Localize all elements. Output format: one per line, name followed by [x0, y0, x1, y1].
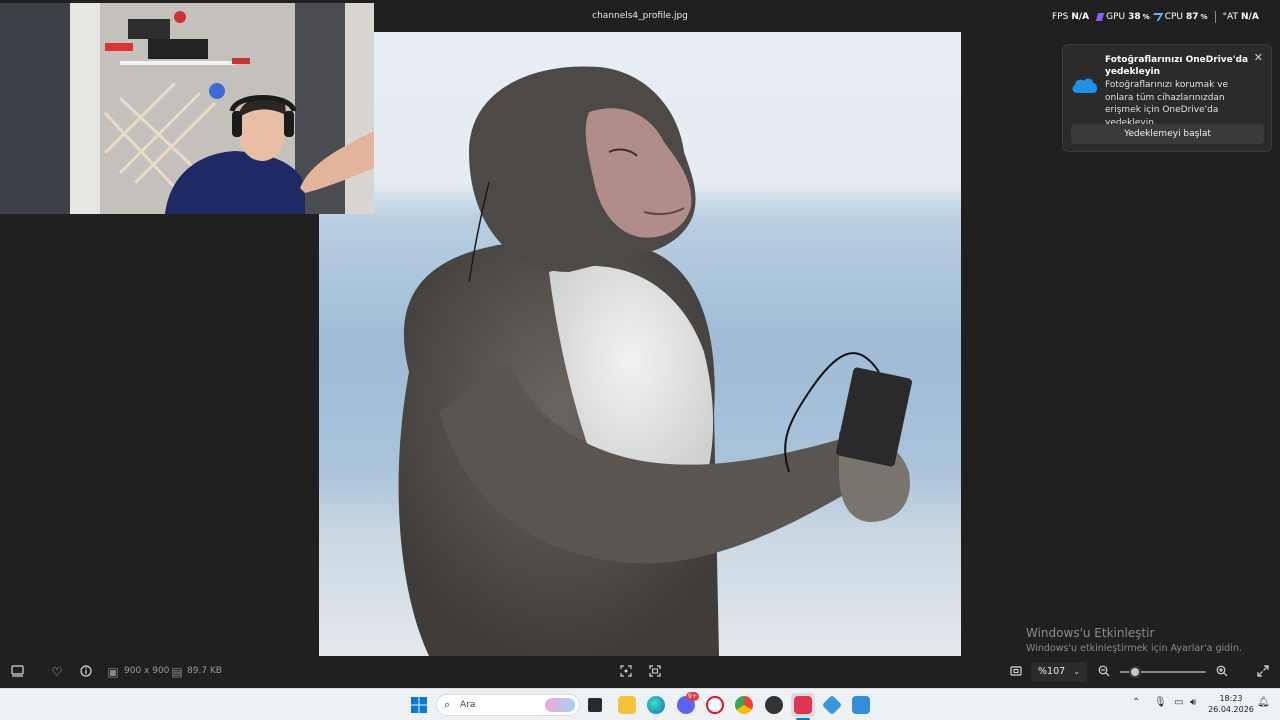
visual-search-icon[interactable] [648, 665, 662, 679]
notification-title: Fotoğraflarınızı OneDrive'da yedekleyin [1105, 55, 1249, 77]
webcam-feed [0, 3, 374, 214]
start-backup-button[interactable]: Yedeklemeyi başlat [1071, 124, 1264, 144]
file-size: 89.7 KB [187, 666, 222, 676]
fps-value: N/A [1071, 12, 1090, 22]
task-view-icon[interactable] [588, 698, 602, 712]
favorite-heart-icon[interactable]: ♡ [50, 665, 64, 679]
cpu-icon [1149, 13, 1163, 21]
chevron-up-icon[interactable]: ⌃ [1132, 697, 1140, 708]
filmstrip-icon[interactable] [10, 665, 24, 679]
file-size-icon: ▤ [171, 665, 183, 679]
discord-icon[interactable]: 9+ [677, 692, 699, 714]
taskbar-search-box[interactable]: ⌕ Ara [436, 694, 580, 716]
zoom-in-icon[interactable] [1215, 665, 1229, 679]
activation-watermark-subtitle: Windows'u etkinleştirmek için Ayarlar'a … [1026, 643, 1242, 654]
close-icon[interactable]: ✕ [1254, 51, 1263, 64]
start-windows-icon[interactable] [410, 696, 428, 714]
temp-label: °AT [1222, 12, 1238, 22]
photo-viewer-image[interactable] [319, 32, 961, 656]
clock-time: 18:23 [1219, 694, 1243, 703]
zoom-out-icon[interactable] [1097, 665, 1111, 679]
taskbar: ⌕ Ara 9+ ⌃ 🎙︎ ▭ 🔊︎ 18:23 26.04.2026 🔔︎ [0, 688, 1280, 720]
overlay-divider [1214, 11, 1216, 23]
onedrive-cloud-icon [1071, 75, 1099, 95]
monkey-photo [398, 66, 912, 656]
cpu-unit: % [1200, 13, 1208, 21]
chevron-down-icon: ⌄ [1073, 667, 1080, 676]
zoom-level-value: %107 [1038, 666, 1066, 677]
network-app-icon[interactable] [821, 694, 843, 716]
notification-bell-icon[interactable]: 🔔︎ [1257, 697, 1270, 708]
activation-watermark-title: Windows'u Etkinleştir [1026, 626, 1155, 640]
chrome-browser-icon[interactable] [735, 696, 753, 714]
microphone-icon[interactable]: 🎙︎ [1154, 697, 1167, 708]
cpu-label: CPU [1164, 12, 1183, 22]
onedrive-notification[interactable]: ✕ Fotoğraflarınızı OneDrive'da yedekleyi… [1062, 44, 1272, 152]
fit-to-window-icon[interactable] [1009, 665, 1023, 679]
search-icon: ⌕ [444, 698, 451, 711]
viewer-bottom-bar: ♡ ▣ 900 x 900 ▤ 89.7 KB %107 ⌄ [0, 656, 1280, 688]
fps-label: FPS [1052, 12, 1069, 22]
clock-date: 26.04.2026 [1208, 705, 1254, 714]
zoom-level-dropdown[interactable]: %107 ⌄ [1031, 662, 1087, 682]
webcam-overlay [0, 3, 374, 214]
gpu-unit: % [1142, 13, 1150, 21]
photos-app-icon[interactable] [852, 696, 870, 714]
media-app-icon[interactable] [794, 696, 812, 714]
gpu-label: GPU [1106, 12, 1126, 22]
zoom-slider-thumb[interactable] [1129, 666, 1141, 678]
notification-body: Fotoğraflarınızı korumak ve onlara tüm c… [1105, 80, 1229, 128]
crop-icon[interactable] [619, 665, 633, 679]
discord-badge: 9+ [686, 692, 699, 701]
search-placeholder: Ara [460, 700, 476, 710]
obs-studio-icon[interactable] [765, 696, 783, 714]
edge-browser-icon[interactable] [647, 696, 665, 714]
opera-browser-icon[interactable] [706, 696, 724, 714]
taskbar-clock[interactable]: 18:23 26.04.2026 [1208, 693, 1254, 715]
volume-icon[interactable]: 🔊︎ [1190, 697, 1196, 708]
info-icon[interactable] [79, 665, 93, 679]
cpu-value: 87 [1185, 12, 1199, 22]
network-icon[interactable]: ▭ [1174, 697, 1183, 708]
fullscreen-icon[interactable] [1256, 665, 1270, 679]
image-dimensions: 900 x 900 [124, 666, 170, 676]
gpu-value: 38 [1128, 12, 1141, 22]
file-explorer-icon[interactable] [618, 696, 636, 714]
temp-value: N/A [1241, 12, 1259, 22]
gpu-icon [1096, 13, 1105, 21]
dimensions-icon: ▣ [107, 665, 119, 679]
performance-overlay: FPS N/A GPU 38 % CPU 87 % °AT N/A [1052, 11, 1267, 23]
search-highlight-icon [545, 698, 575, 712]
